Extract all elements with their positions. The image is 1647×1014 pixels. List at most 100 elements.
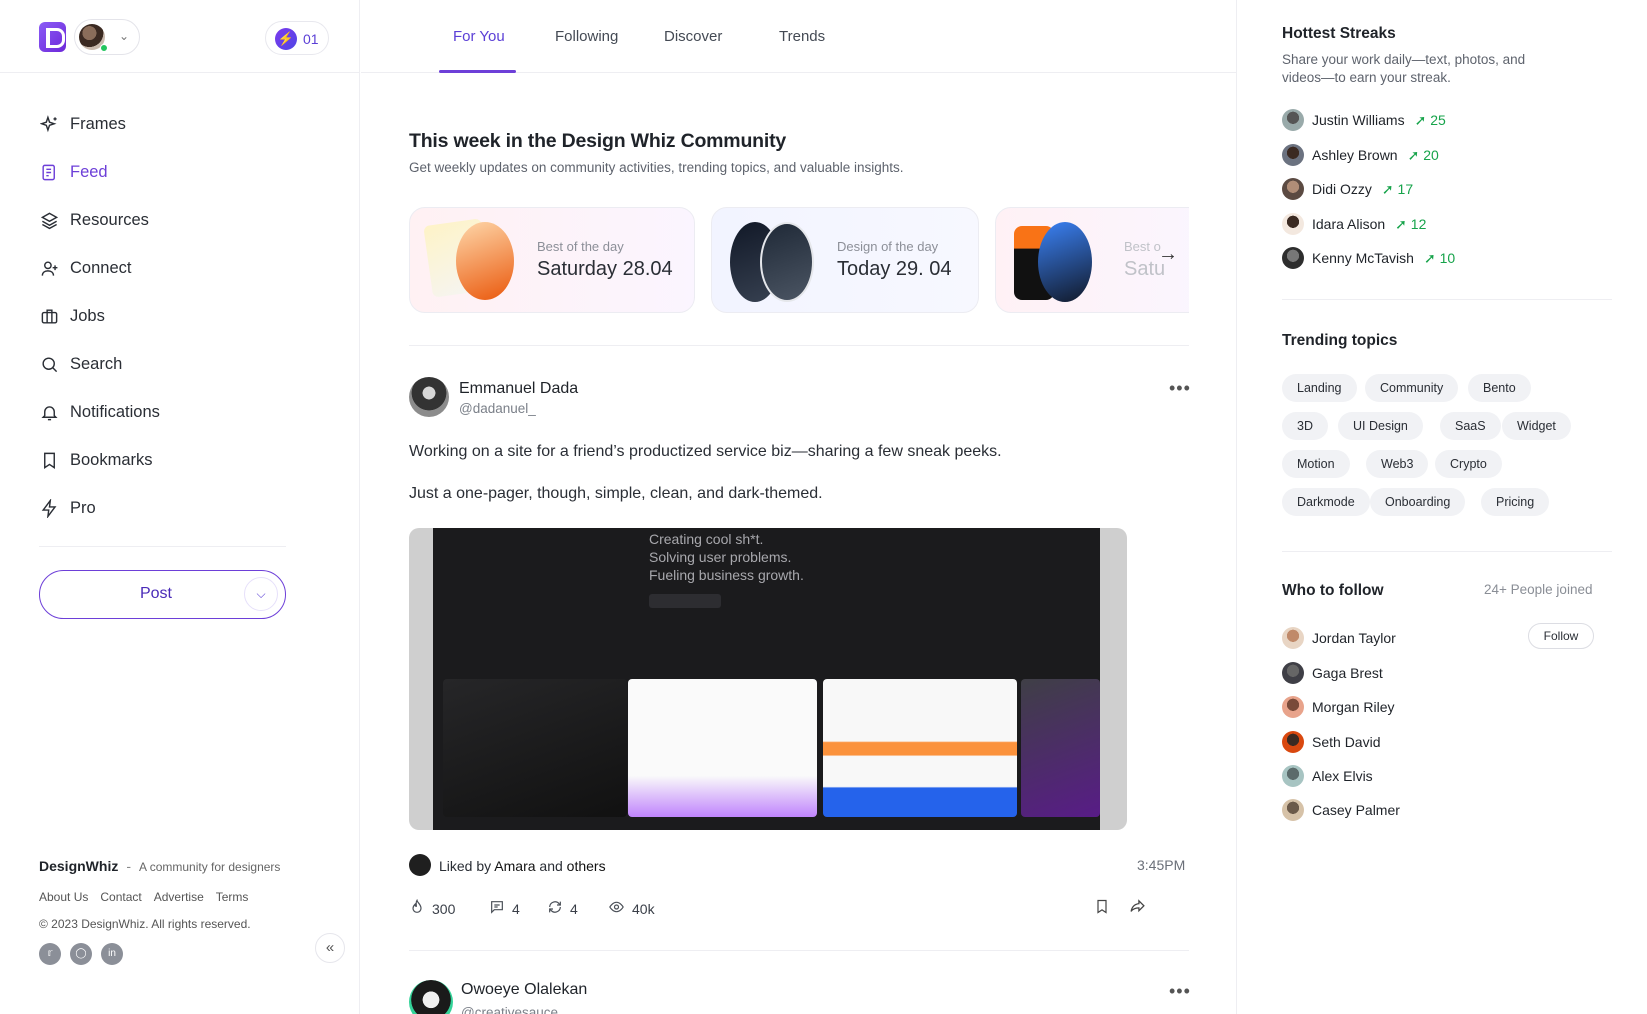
topic-chip[interactable]: Pricing	[1481, 488, 1550, 516]
footer-link-terms[interactable]: Terms	[216, 890, 249, 904]
topic-chip[interactable]: Motion	[1282, 450, 1350, 478]
more-options-icon[interactable]: •••	[1169, 378, 1191, 399]
footer-link-contact[interactable]: Contact	[100, 890, 141, 904]
streak-row[interactable]: Kenny McTavish ➚ 10	[1282, 247, 1455, 269]
streak-row[interactable]: Ashley Brown ➚ 20	[1282, 144, 1439, 166]
share-icon[interactable]	[1129, 898, 1146, 920]
liked-name: Amara	[494, 858, 536, 874]
image-mockup	[823, 679, 1017, 817]
more-options-icon[interactable]: •••	[1169, 981, 1191, 1002]
follow-suggestion[interactable]: Jordan Taylor	[1282, 626, 1396, 650]
nav-item-label: Bookmarks	[70, 450, 153, 469]
streak-name: Justin Williams	[1312, 112, 1405, 128]
nav-item-feed[interactable]: Feed	[39, 148, 289, 196]
streak-count: ➚ 20	[1408, 147, 1439, 164]
streak-value: 17	[1397, 180, 1414, 197]
highlight-card[interactable]: Design of the day Today 29. 04	[711, 207, 979, 313]
topic-chip[interactable]: Crypto	[1435, 450, 1502, 478]
streaks-title: Hottest Streaks	[1282, 25, 1396, 42]
streak-row[interactable]: Didi Ozzy ➚ 17	[1282, 178, 1413, 200]
follow-name: Alex Elvis	[1312, 768, 1373, 784]
image-mockup	[1021, 679, 1100, 817]
trending-title: Trending topics	[1282, 332, 1398, 349]
avatar[interactable]	[409, 980, 453, 1014]
streak-counter[interactable]: ⚡ 01	[265, 21, 329, 55]
streak-name: Didi Ozzy	[1312, 181, 1372, 197]
post-author-handle[interactable]: @creativesauce	[461, 1005, 558, 1014]
topic-chip[interactable]: UI Design	[1338, 412, 1423, 440]
rocket-icon: ➚	[1395, 215, 1411, 232]
collapse-sidebar-icon[interactable]: «	[315, 933, 345, 963]
comment-icon	[489, 899, 505, 919]
topic-chip[interactable]: Bento	[1468, 374, 1531, 402]
tab-trends[interactable]: Trends	[779, 28, 825, 45]
topic-chip[interactable]: 3D	[1282, 412, 1328, 440]
topic-chip[interactable]: Darkmode	[1282, 488, 1370, 516]
repost-action[interactable]: 4	[547, 899, 578, 919]
post-author-name[interactable]: Emmanuel Dada	[459, 380, 578, 398]
follow-suggestion[interactable]: Casey Palmer	[1282, 798, 1400, 822]
avatar	[1282, 696, 1304, 718]
topic-chip[interactable]: Widget	[1502, 412, 1571, 440]
nav-item-notifications[interactable]: Notifications	[39, 388, 289, 436]
liked-and: and	[539, 858, 563, 874]
nav-item-frames[interactable]: Frames	[39, 100, 289, 148]
instagram-icon[interactable]: ◯	[70, 943, 92, 965]
copyright: © 2023 DesignWhiz. All rights reserved.	[39, 917, 251, 931]
joined-count: 24+ People joined	[1484, 582, 1593, 597]
topic-chip[interactable]: Landing	[1282, 374, 1357, 402]
chevron-down-icon[interactable]: ⌵	[244, 577, 278, 611]
card-kicker: Best o	[1124, 239, 1161, 254]
layers-icon	[39, 210, 59, 230]
streak-row[interactable]: Justin Williams ➚ 25	[1282, 109, 1446, 131]
topic-chip[interactable]: SaaS	[1440, 412, 1501, 440]
post-button[interactable]: Post ⌵	[39, 570, 286, 619]
nav-item-label: Pro	[70, 498, 96, 517]
streak-row[interactable]: Idara Alison ➚ 12	[1282, 213, 1426, 235]
follow-suggestion[interactable]: Seth David	[1282, 730, 1380, 754]
linkedin-icon[interactable]: in	[101, 943, 123, 965]
twitter-icon[interactable]: 𝕣	[39, 943, 61, 965]
avatar[interactable]	[409, 377, 449, 417]
topic-chip[interactable]: Onboarding	[1370, 488, 1466, 516]
rocket-icon: ➚	[1407, 146, 1424, 163]
post-button-label: Post	[139, 585, 172, 602]
streak-name: Idara Alison	[1312, 216, 1386, 232]
app-logo[interactable]	[39, 22, 66, 52]
nav-item-search[interactable]: Search	[39, 340, 289, 388]
follow-suggestion[interactable]: Morgan Riley	[1282, 695, 1394, 719]
highlight-card[interactable]: Best of the day Saturday 28.04	[409, 207, 695, 313]
follow-button[interactable]: Follow	[1528, 623, 1594, 649]
follow-suggestion[interactable]: Gaga Brest	[1282, 661, 1383, 685]
avatar	[1282, 799, 1304, 821]
liked-by[interactable]: Liked by Amara and others	[439, 858, 606, 874]
post-author-handle[interactable]: @dadanuel_	[459, 401, 536, 416]
bookmark-icon[interactable]	[1094, 898, 1110, 920]
follow-suggestion[interactable]: Alex Elvis	[1282, 764, 1373, 788]
nav-item-label: Resources	[70, 210, 149, 229]
comment-action[interactable]: 4	[489, 899, 520, 919]
footer-link-about[interactable]: About Us	[39, 890, 88, 904]
nav-item-connect[interactable]: Connect	[39, 244, 289, 292]
topic-chip[interactable]: Community	[1365, 374, 1459, 402]
post-image[interactable]: Creating cool sh*t. Solving user problem…	[409, 528, 1127, 830]
tab-following[interactable]: Following	[555, 28, 618, 45]
nav-item-bookmarks[interactable]: Bookmarks	[39, 436, 289, 484]
tab-discover[interactable]: Discover	[664, 28, 722, 45]
streak-name: Ashley Brown	[1312, 147, 1398, 163]
topic-chip[interactable]: Web3	[1366, 450, 1429, 478]
sparkles-icon	[39, 114, 59, 134]
user-menu[interactable]: ⌄	[74, 19, 140, 55]
streak-value: 20	[1423, 146, 1439, 163]
arrow-right-icon[interactable]: →	[1158, 243, 1178, 266]
like-count: 300	[432, 901, 456, 917]
tab-for-you[interactable]: For You	[453, 28, 505, 45]
nav-item-jobs[interactable]: Jobs	[39, 292, 289, 340]
nav-item-label: Frames	[70, 114, 126, 133]
nav-item-resources[interactable]: Resources	[39, 196, 289, 244]
footer-link-advertise[interactable]: Advertise	[154, 890, 204, 904]
nav-item-pro[interactable]: Pro	[39, 484, 289, 532]
post-author-name[interactable]: Owoeye Olalekan	[461, 981, 587, 999]
bell-icon	[39, 402, 59, 422]
like-action[interactable]: 300	[409, 898, 456, 919]
